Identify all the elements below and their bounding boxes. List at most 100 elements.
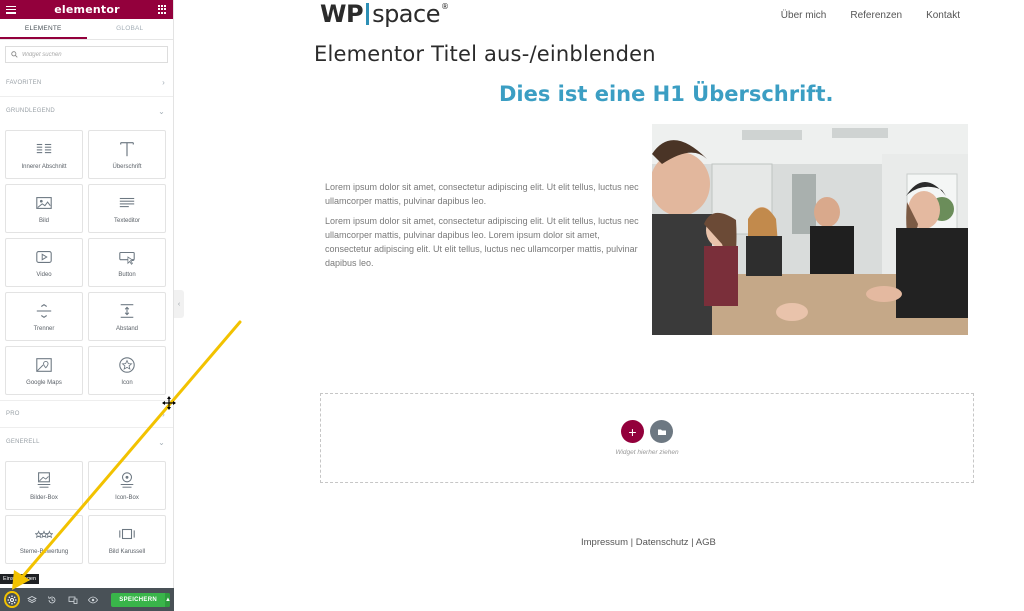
- responsive-mode-icon[interactable]: [65, 591, 80, 608]
- paragraph: Lorem ipsum dolor sit amet, consectetur …: [325, 216, 639, 268]
- map-icon: [36, 357, 52, 372]
- settings-gear-icon[interactable]: [4, 591, 20, 608]
- widget-label: Bild Karussell: [108, 548, 146, 555]
- nav-item-kontakt[interactable]: Kontakt: [926, 10, 960, 21]
- text-editor-block: Lorem ipsum dolor sit amet, consectetur …: [325, 180, 643, 276]
- widget-label: Bild: [38, 217, 49, 224]
- icon-box-icon: [120, 471, 134, 488]
- dropzone-buttons: +: [621, 420, 673, 443]
- elementor-panel: elementor ELEMENTE GLOBAL FAVORITEN › GR…: [0, 0, 174, 611]
- category-generell[interactable]: GENERELL ⌄: [0, 428, 173, 456]
- button-icon: [119, 251, 135, 265]
- page-title: Elementor Titel aus-/einblenden: [314, 42, 656, 66]
- widget-star-rating[interactable]: Sterne-Bewertung: [5, 515, 83, 564]
- caret-up-icon[interactable]: ▲: [165, 592, 170, 607]
- widget-label: Innerer Abschnitt: [21, 163, 67, 170]
- widget-label: Abstand: [115, 325, 139, 332]
- dropzone-hint: Widget hierher ziehen: [615, 449, 679, 456]
- widget-divider[interactable]: Trenner: [5, 292, 83, 341]
- widget-label: Sterne-Bewertung: [19, 548, 69, 555]
- widget-inner-section[interactable]: Innerer Abschnitt: [5, 130, 83, 179]
- page-preview: WP space ® Über mich Referenzen Kontakt …: [184, 0, 1024, 611]
- preview-eye-icon[interactable]: [85, 591, 100, 608]
- logo-space: space: [372, 0, 440, 28]
- widget-google-maps[interactable]: Google Maps: [5, 346, 83, 395]
- widget-button[interactable]: Button: [88, 238, 166, 287]
- panel-header: elementor: [0, 0, 173, 19]
- navigator-layers-icon[interactable]: [25, 591, 40, 608]
- widget-video[interactable]: Video: [5, 238, 83, 287]
- save-button[interactable]: SPEICHERN ▲: [111, 592, 170, 607]
- category-grundlegend[interactable]: GRUNDLEGEND ⌄: [0, 97, 173, 125]
- text-editor-icon: [119, 197, 135, 207]
- main-nav: Über mich Referenzen Kontakt: [781, 10, 960, 21]
- category-label: FAVORITEN: [6, 79, 42, 86]
- category-pro[interactable]: PRO ›: [0, 400, 173, 428]
- site-logo[interactable]: WP space ®: [320, 0, 449, 28]
- paragraph: Lorem ipsum dolor sit amet, consectetur …: [325, 182, 639, 206]
- nav-item-referenzen[interactable]: Referenzen: [850, 10, 902, 21]
- inner-section-icon: [36, 143, 52, 153]
- category-label: PRO: [6, 411, 20, 417]
- panel-tabs: ELEMENTE GLOBAL: [0, 19, 173, 40]
- category-favoriten[interactable]: FAVORITEN ›: [0, 69, 173, 97]
- panel-collapse-toggle[interactable]: ‹: [174, 290, 184, 318]
- category-label: GENERELL: [6, 439, 40, 445]
- move-cursor-icon: [162, 396, 176, 410]
- team-photo: [652, 124, 968, 335]
- footer-links[interactable]: Impressum | Datenschutz | AGB: [581, 537, 716, 548]
- spacer-icon: [120, 303, 134, 318]
- chevron-right-icon: ›: [162, 409, 165, 419]
- widget-label: Icon: [121, 379, 133, 386]
- search-icon: [11, 51, 18, 58]
- widget-heading[interactable]: Überschrift: [88, 130, 166, 179]
- video-icon: [36, 250, 52, 263]
- widget-grid-grundlegend: Innerer Abschnitt Überschrift Bild Texte…: [0, 125, 173, 400]
- widget-grid-generell: Bilder-Box Icon-Box Sterne-Bewertung Bil…: [0, 456, 173, 569]
- logo-wp: WP: [320, 0, 364, 28]
- logo-registered: ®: [440, 1, 449, 11]
- divider-icon: [36, 303, 52, 318]
- nav-item-ueber-mich[interactable]: Über mich: [781, 10, 827, 21]
- widget-label: Trenner: [33, 325, 55, 332]
- widget-image-box[interactable]: Bilder-Box: [5, 461, 83, 510]
- widget-image[interactable]: Bild: [5, 184, 83, 233]
- widget-search-input[interactable]: [22, 51, 152, 58]
- widget-search: [5, 46, 168, 63]
- widget-label: Texteditor: [113, 217, 140, 224]
- menu-icon[interactable]: [6, 5, 16, 14]
- logo-bar: [366, 3, 370, 25]
- chevron-right-icon: ›: [162, 78, 165, 87]
- template-library-folder-icon[interactable]: [650, 420, 673, 443]
- widget-label: Button: [118, 271, 136, 278]
- history-icon[interactable]: [45, 591, 60, 608]
- image-icon: [36, 196, 52, 209]
- widget-label: Google Maps: [26, 379, 62, 386]
- widget-label: Icon-Box: [115, 494, 139, 501]
- widget-spacer[interactable]: Abstand: [88, 292, 166, 341]
- widget-icon-box[interactable]: Icon-Box: [88, 461, 166, 510]
- chevron-down-icon: ⌄: [158, 106, 165, 116]
- chevron-down-icon: ⌄: [158, 437, 165, 447]
- tab-global[interactable]: GLOBAL: [87, 19, 174, 39]
- heading-icon: [120, 141, 134, 156]
- star-rating-icon: [35, 529, 53, 538]
- widgets-grid-icon[interactable]: [158, 5, 167, 14]
- carousel-icon: [119, 528, 135, 539]
- settings-tooltip: Einstellungen: [0, 574, 40, 584]
- star-icon: [119, 356, 135, 373]
- widget-image-carousel[interactable]: Bild Karussell: [88, 515, 166, 564]
- panel-footer: SPEICHERN ▲: [0, 588, 174, 611]
- category-label: GRUNDLEGEND: [6, 108, 55, 114]
- add-section-dropzone[interactable]: + Widget hierher ziehen: [320, 393, 974, 483]
- widget-label: Bilder-Box: [30, 494, 58, 501]
- image-box-icon: [37, 471, 51, 488]
- widget-label: Video: [36, 271, 52, 278]
- add-section-plus-icon[interactable]: +: [621, 420, 644, 443]
- save-label: SPEICHERN: [119, 596, 158, 603]
- widget-label: Überschrift: [112, 163, 142, 170]
- tab-elemente[interactable]: ELEMENTE: [0, 19, 87, 39]
- widget-icon[interactable]: Icon: [88, 346, 166, 395]
- h1-heading: Dies ist eine H1 Überschrift.: [499, 82, 834, 106]
- widget-text-editor[interactable]: Texteditor: [88, 184, 166, 233]
